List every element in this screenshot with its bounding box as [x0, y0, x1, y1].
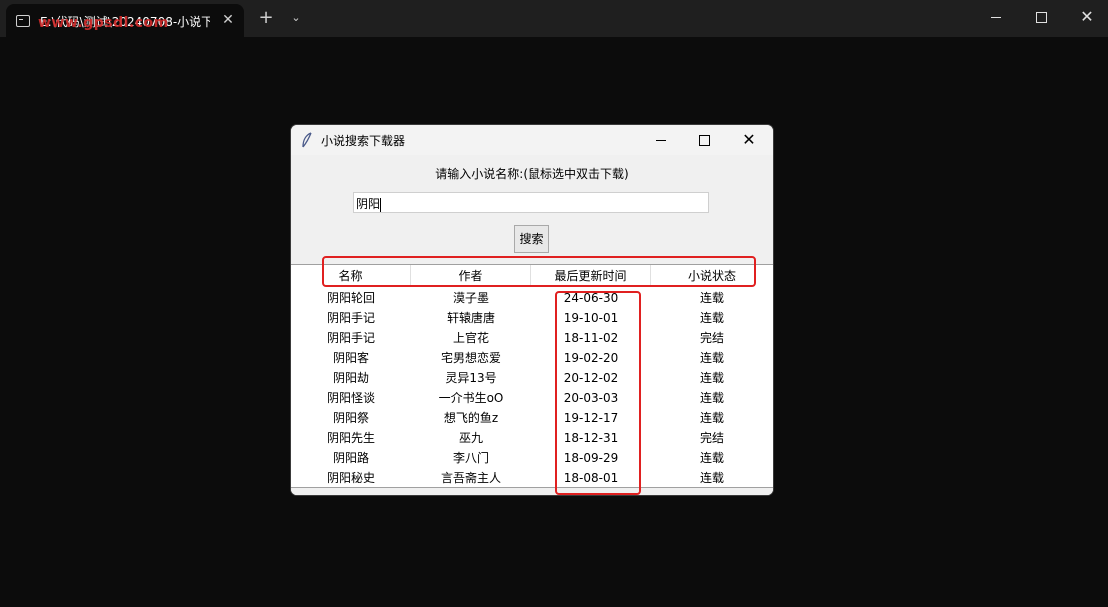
cell-author: 宅男想恋爱 [440, 351, 501, 365]
table-row[interactable]: 阴阳先生 巫九 18-12-31 完结 [291, 428, 773, 448]
terminal-icon [16, 15, 30, 27]
cell-author: 言吾斋主人 [440, 471, 501, 485]
cell-status: 连载 [699, 311, 724, 325]
search-prompt-label: 请输入小说名称:(鼠标选中双击下载) [435, 167, 629, 181]
cell-name: 阴阳路 [332, 451, 369, 465]
new-tab-icon[interactable]: + [258, 9, 274, 27]
cell-name: 阴阳手记 [326, 331, 375, 345]
cell-author: 李八门 [452, 451, 489, 465]
results-table: 名称 作者 最后更新时间 小说状态 阴阳轮回 漠子墨 24-06-30 连载 阴阳手记轩… [291, 264, 773, 495]
cell-name: 阴阳怪谈 [326, 391, 375, 405]
cell-name: 阴阳手记 [326, 311, 375, 325]
header-highlight-box [322, 256, 756, 287]
table-row[interactable]: 阴阳劫 灵异13号 20-12-02 连载 [291, 368, 773, 388]
tab-close-icon[interactable]: ✕ [220, 12, 236, 28]
cell-author: 巫九 [458, 431, 483, 445]
novel-search-dialog: 小说搜索下载器 ✕ 请输入小说名称:(鼠标选中双击下载) 阴阳 搜索 名称 作者… [291, 125, 773, 495]
dialog-maximize-icon[interactable] [696, 132, 712, 148]
search-input-value: 阴阳 [356, 197, 381, 211]
table-row[interactable]: 阴阳轮回 漠子墨 24-06-30 连载 [291, 288, 773, 308]
cell-status: 连载 [699, 371, 724, 385]
table-row[interactable]: 阴阳祭 想飞的鱼z 19-12-17 连载 [291, 408, 773, 428]
cell-author: 漠子墨 [452, 291, 489, 305]
cell-status: 连载 [699, 291, 724, 305]
novel-search-input[interactable]: 阴阳 [353, 192, 709, 213]
terminal-tab[interactable]: E:\代码\测试\20240708-小说下载 www.gpsdl.com ✕ [6, 4, 244, 37]
terminal-title-bar: E:\代码\测试\20240708-小说下载 www.gpsdl.com ✕ +… [0, 0, 1108, 37]
maximize-icon[interactable] [1033, 9, 1049, 25]
table-row[interactable]: 阴阳秘史 言吾斋主人 18-08-01 连载 [291, 468, 773, 488]
tab-dropdown-icon[interactable]: ⌄ [288, 10, 304, 26]
feather-icon [301, 132, 315, 148]
cell-status: 完结 [699, 431, 724, 445]
minimize-icon[interactable] [988, 9, 1004, 25]
table-row[interactable]: 阴阳手记 轩辕唐唐 19-10-01 连载 [291, 308, 773, 328]
cell-name: 阴阳劫 [332, 371, 369, 385]
cell-name: 阴阳轮回 [326, 291, 375, 305]
cell-author: 想飞的鱼z [443, 411, 499, 425]
window-close-icon[interactable]: ✕ [1079, 9, 1095, 25]
update-time-highlight-box [555, 291, 641, 495]
text-caret [380, 197, 382, 212]
table-row[interactable]: 阴阳路 李八门 18-09-29 连载 [291, 448, 773, 468]
cell-name: 阴阳祭 [332, 411, 369, 425]
horizontal-scrollbar[interactable] [291, 487, 773, 495]
dialog-minimize-icon[interactable] [653, 132, 669, 148]
cell-name: 阴阳客 [332, 351, 369, 365]
table-row[interactable]: 阴阳手记 上官花 18-11-02 完结 [291, 328, 773, 348]
cell-status: 连载 [699, 451, 724, 465]
cell-status: 连载 [699, 471, 724, 485]
table-row[interactable]: 阴阳客 宅男想恋爱 19-02-20 连载 [291, 348, 773, 368]
cell-name: 阴阳先生 [326, 431, 375, 445]
cell-author: 灵异13号 [445, 371, 497, 385]
table-row[interactable]: 阴阳怪谈 一介书生oO 20-03-03 连载 [291, 388, 773, 408]
search-button[interactable]: 搜索 [514, 225, 549, 253]
dialog-close-icon[interactable]: ✕ [741, 132, 757, 148]
cell-status: 连载 [699, 411, 724, 425]
cell-author: 轩辕唐唐 [446, 311, 495, 325]
dialog-title-bar: 小说搜索下载器 ✕ [291, 125, 773, 155]
cell-author: 上官花 [452, 331, 489, 345]
cell-name: 阴阳秘史 [326, 471, 375, 485]
cell-status: 连载 [699, 351, 724, 365]
dialog-title: 小说搜索下载器 [321, 134, 406, 148]
cell-status: 连载 [699, 391, 724, 405]
cell-status: 完结 [699, 331, 724, 345]
cell-author: 一介书生oO [438, 391, 504, 405]
watermark-text: www.gpsdl.com [38, 15, 169, 31]
